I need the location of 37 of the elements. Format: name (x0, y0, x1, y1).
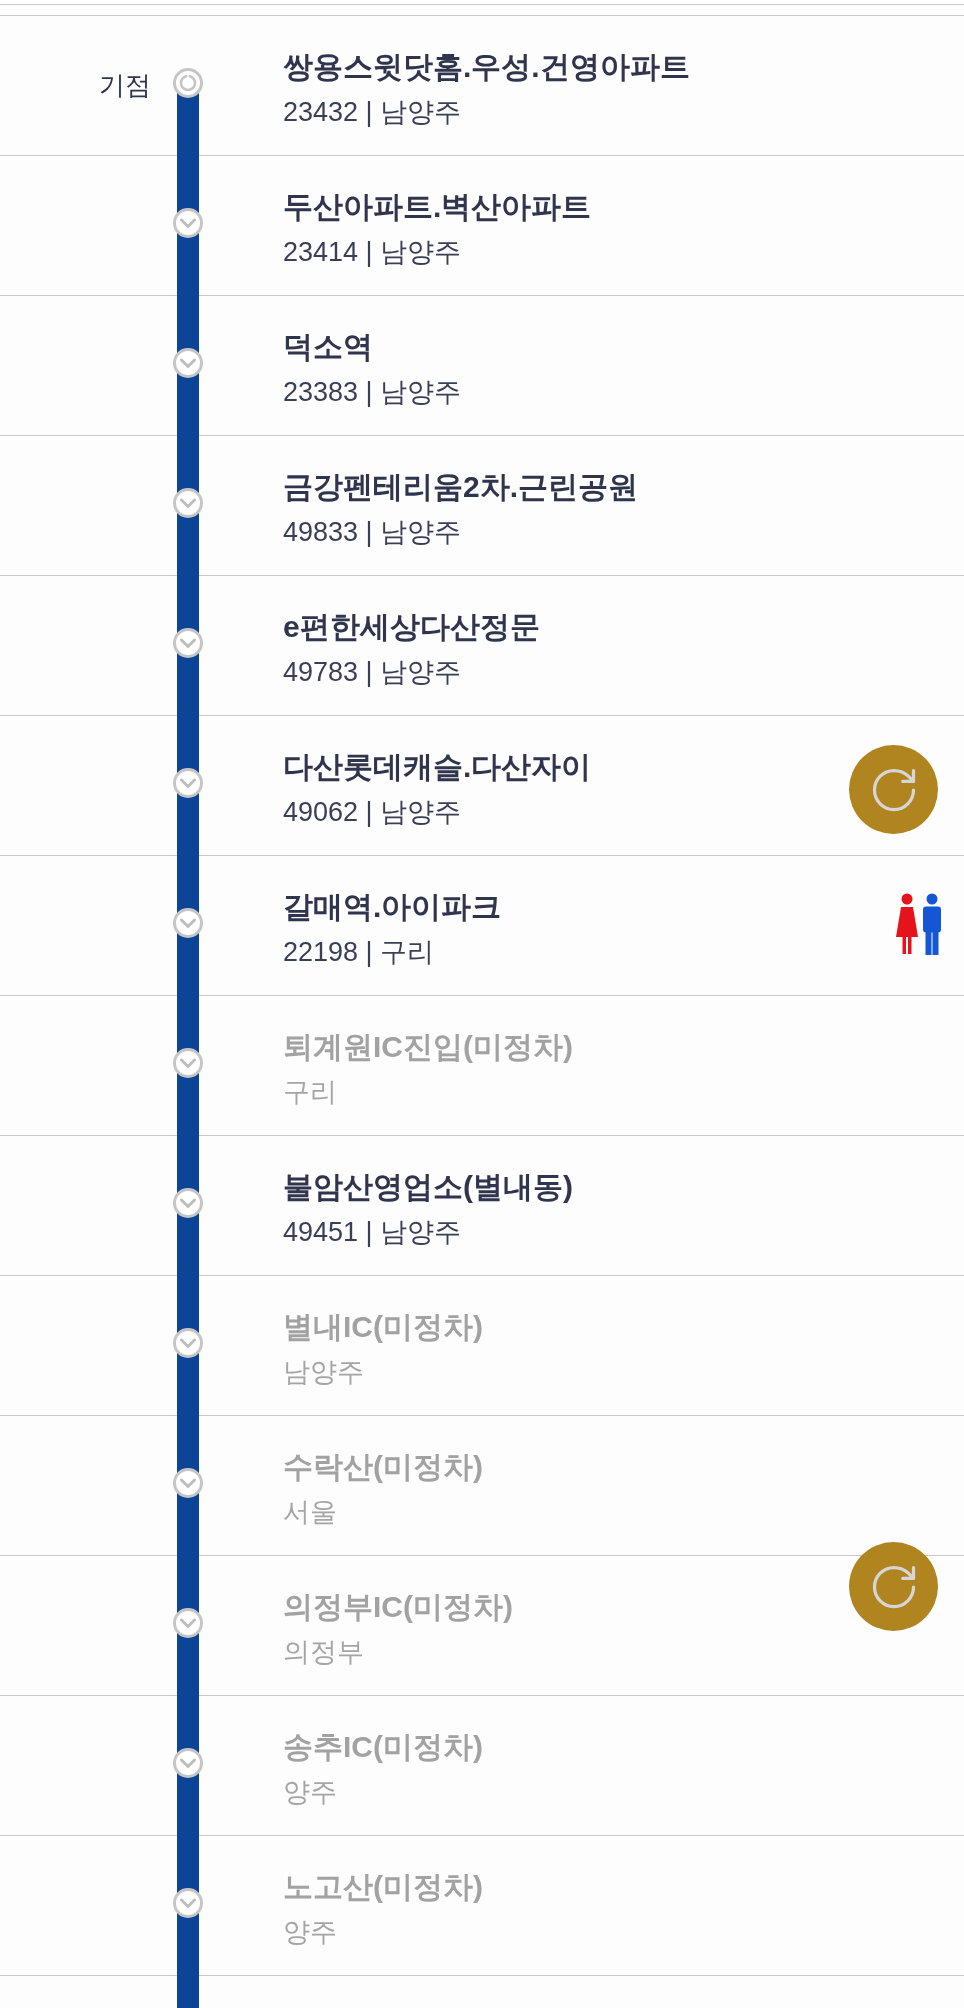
chevron-down-icon (173, 1188, 203, 1218)
stop-name[interactable]: e편한세상다산정문 (283, 607, 540, 647)
chevron-down-icon (173, 908, 203, 938)
stop-info: 서울 (283, 1496, 337, 1529)
chevron-down-icon (173, 1748, 203, 1778)
stop-name[interactable]: 다산롯데캐슬.다산자이 (283, 747, 592, 787)
stop-name[interactable]: 불암산영업소(별내동) (283, 1167, 573, 1207)
stop-info: 49451 | 남양주 (283, 1216, 462, 1249)
stop-info: 49062 | 남양주 (283, 796, 462, 829)
stop-info: 양주 (283, 1776, 337, 1809)
stop-info: 양주 (283, 1916, 337, 1949)
stop-info: 23414 | 남양주 (283, 236, 462, 269)
stop-info: 49833 | 남양주 (283, 516, 462, 549)
stop-name[interactable]: 쌍용스윗닷홈.우성.건영아파트 (283, 47, 690, 87)
stop-info: 23383 | 남양주 (283, 376, 462, 409)
stop-info: 22198 | 구리 (283, 936, 435, 969)
chevron-down-icon (173, 1888, 203, 1918)
chevron-down-icon (173, 768, 203, 798)
origin-marker-icon (173, 68, 203, 98)
stop-info: 남양주 (283, 1356, 364, 1389)
chevron-down-icon (173, 488, 203, 518)
chevron-down-icon (173, 1608, 203, 1638)
stop-name[interactable]: 갈매역.아이파크 (283, 887, 502, 927)
chevron-down-icon (173, 1468, 203, 1498)
stop-info: 49783 | 남양주 (283, 656, 462, 689)
chevron-down-icon (173, 1048, 203, 1078)
stop-info: 23432 | 남양주 (283, 96, 462, 129)
stop-name[interactable]: 금강펜테리움2차.근린공원 (283, 467, 639, 507)
stop-name[interactable]: 두산아파트.벽산아파트 (283, 187, 592, 227)
stop-info: 구리 (283, 1076, 337, 1109)
stop-info: 의정부 (283, 1636, 364, 1669)
chevron-down-icon (173, 628, 203, 658)
chevron-down-icon (173, 1328, 203, 1358)
origin-label: 기점 (99, 69, 151, 102)
stop-name[interactable]: 덕소역 (283, 327, 373, 367)
chevron-down-icon (173, 348, 203, 378)
chevron-down-icon (173, 208, 203, 238)
